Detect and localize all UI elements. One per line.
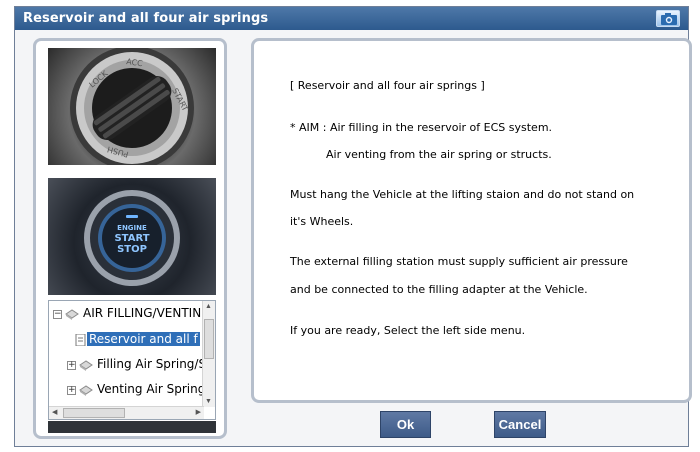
scroll-up-arrow-icon[interactable]: ▲ <box>205 303 212 310</box>
tree-vertical-scrollbar[interactable]: ▲ ▼ <box>202 301 215 407</box>
camera-icon <box>661 13 677 25</box>
tree-horizontal-scrollbar[interactable]: ◀ ▶ <box>49 406 204 419</box>
left-panel: LOCK ACC START PUSH ENGINE START STOP − <box>33 38 227 439</box>
disk-icon <box>65 309 79 320</box>
plus-icon[interactable]: + <box>67 386 76 395</box>
instruction-aim: * AIM : Air filling in the reservoir of … <box>290 121 553 134</box>
stop-label: STOP <box>117 244 147 255</box>
horizontal-scroll-thumb[interactable] <box>63 408 125 418</box>
cancel-button[interactable]: Cancel <box>494 411 546 438</box>
ok-button[interactable]: Ok <box>380 411 431 438</box>
image-strip <box>48 421 216 433</box>
scroll-down-arrow-icon[interactable]: ▼ <box>205 398 212 405</box>
document-icon <box>75 334 86 346</box>
instruction-station-line2: and be connected to the filling adapter … <box>290 283 588 296</box>
instruction-panel: [ Reservoir and all four air springs ] *… <box>251 38 692 403</box>
dialog-window: Reservoir and all four air springs LOCK … <box>14 6 692 447</box>
start-label: START <box>114 233 149 244</box>
disk-icon <box>79 360 93 371</box>
engine-label: ENGINE <box>117 224 147 232</box>
instruction-heading: [ Reservoir and all four air springs ] <box>290 79 485 92</box>
tree-filling-label: Filling Air Spring/S <box>97 357 207 371</box>
instruction-station-line1: The external filling station must supply… <box>290 255 628 268</box>
tree-selected-label: Reservoir and all f <box>87 332 200 346</box>
window-title: Reservoir and all four air springs <box>23 11 269 26</box>
engine-start-stop-image: ENGINE START STOP <box>48 178 216 295</box>
title-bar: Reservoir and all four air springs <box>15 7 688 30</box>
tree-root-label: AIR FILLING/VENTIN <box>83 306 202 320</box>
instruction-ready: If you are ready, Select the left side m… <box>290 324 526 337</box>
instruction-warning-line2: it's Wheels. <box>290 215 354 228</box>
tree-venting-label: Venting Air Spring <box>97 382 206 396</box>
ignition-key-image: LOCK ACC START PUSH <box>48 48 216 165</box>
plus-icon[interactable]: + <box>67 361 76 370</box>
disk-icon <box>79 385 93 396</box>
menu-tree[interactable]: − AIR FILLING/VENTIN Reservoir and all f… <box>48 300 216 420</box>
minus-icon[interactable]: − <box>53 310 62 319</box>
scroll-right-arrow-icon[interactable]: ▶ <box>196 408 201 416</box>
instruction-aim-detail: Air venting from the air spring or struc… <box>326 148 552 161</box>
instruction-warning-line1: Must hang the Vehicle at the lifting sta… <box>290 188 635 201</box>
camera-button[interactable] <box>656 10 680 27</box>
vertical-scroll-thumb[interactable] <box>204 319 214 359</box>
scroll-left-arrow-icon[interactable]: ◀ <box>52 408 57 416</box>
